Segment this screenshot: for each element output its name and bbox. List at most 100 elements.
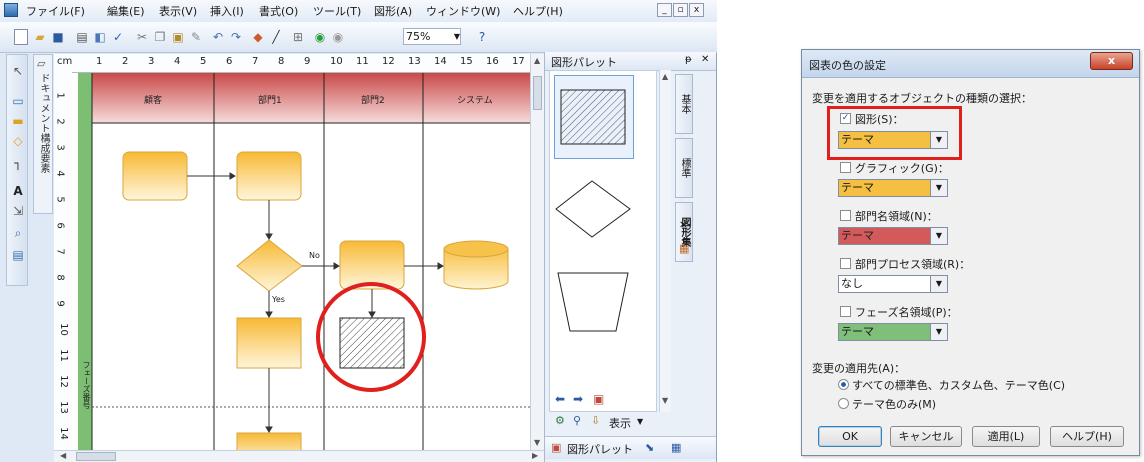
undo-icon[interactable]: ↶ [210,29,226,45]
phase-name-area-combo[interactable]: テーマ ▼ [838,323,948,341]
minimize-button[interactable]: _ [657,3,672,17]
apply-button[interactable]: 適用(L) [972,426,1040,447]
decision-diamond[interactable] [236,239,303,292]
palette-bottom-tab[interactable]: 図形パレット [567,441,633,457]
dept-name-area-dropdown-icon[interactable]: ▼ [931,228,947,244]
scroll-right-icon[interactable]: ▶ [532,451,538,460]
menu-format[interactable]: 書式(O) [259,3,298,19]
redo-icon[interactable]: ↷ [228,29,244,45]
palette-import-icon[interactable]: ⇩ [591,414,600,427]
scroll-down-icon[interactable]: ▼ [534,438,540,447]
resize-icon[interactable]: ⇲ [10,203,26,219]
radio-all-colors-label[interactable]: すべての標準色、カスタム色、テーマ色(C) [852,377,1065,393]
palette-scrollbar[interactable]: ▲ ▼ [659,70,671,412]
restore-button[interactable]: ▫ [673,3,688,17]
text-frame-icon[interactable]: ▭ [10,93,26,109]
palette-display-menu[interactable]: 表示 [609,415,631,431]
document-components-tab[interactable]: ▱ ドキュメント構成要素 [33,54,53,214]
graphic-dropdown-icon[interactable]: ▼ [931,180,947,196]
menu-help[interactable]: ヘルプ(H) [513,3,563,19]
open-folder-icon[interactable]: ▰ [32,29,48,45]
dept-process-area-checkbox[interactable] [840,258,851,269]
process-box-customer[interactable] [122,151,188,201]
connector-icon[interactable]: ╱ [268,29,284,45]
palette-item-hatched-rect[interactable] [554,75,634,159]
pointer-icon[interactable]: ↖ [10,63,26,79]
grid-icon[interactable]: ⊞ [290,29,306,45]
menu-view[interactable]: 表示(V) [159,3,197,19]
cancel-button[interactable]: キャンセル [890,426,962,447]
dept-process-area-combo[interactable]: なし ▼ [838,275,948,293]
menu-tools[interactable]: ツール(T) [313,3,361,19]
scroll-left-icon[interactable]: ◀ [60,451,66,460]
tab-standard[interactable]: 標準 [675,138,693,198]
palette-forward-icon[interactable]: ➡ [573,392,583,406]
palette-close-icon[interactable]: ✕ [701,54,709,65]
phase-name-area-checkbox[interactable] [840,306,851,317]
layers-tab-icon[interactable]: ▦ [671,441,681,454]
drawing-canvas[interactable]: 顧客 部門1 部門2 システム No Yes フェーズ番号 [72,73,530,450]
properties-tab-icon[interactable]: ⬊ [645,441,654,454]
palette-item-diamond[interactable] [554,169,634,253]
palette-back-icon[interactable]: ⬅ [555,392,565,406]
hatched-box[interactable] [339,317,405,369]
dept-name-area-combo[interactable]: テーマ ▼ [838,227,948,245]
palette-search-icon[interactable]: ⚲ [573,414,581,427]
diamond-icon[interactable]: ◇ [10,133,26,149]
radio-theme-only-label[interactable]: テーマ色のみ(M) [852,396,936,412]
text-tool-icon[interactable]: A [10,183,26,199]
palette-group-icon[interactable]: ⚙ [555,414,565,427]
print-icon[interactable]: ▤ [74,29,90,45]
save-icon[interactable]: ■ [50,29,66,45]
forward-icon[interactable]: ◉ [330,29,346,45]
spellcheck-icon[interactable]: ✓ [110,29,126,45]
radio-all-colors[interactable] [838,379,849,390]
back-icon[interactable]: ◉ [312,29,328,45]
shapes-icon[interactable]: ◆ [250,29,266,45]
zoom-tool-icon[interactable]: ⌕ [10,225,26,241]
hscroll-thumb[interactable] [76,452,116,461]
process-box-dept1-b[interactable] [236,317,302,369]
close-window-button[interactable]: x [689,3,704,17]
scroll-thumb[interactable] [533,76,542,110]
dept-name-area-checkbox[interactable] [840,210,851,221]
process-box-dept1-c[interactable] [236,432,302,450]
zoom-dropdown-icon[interactable]: ▼ [452,28,462,45]
page-icon[interactable]: ▤ [10,247,26,263]
menu-insert[interactable]: 挿入(I) [210,3,244,19]
format-painter-icon[interactable]: ✎ [188,29,204,45]
copy-icon[interactable]: ❐ [152,29,168,45]
menu-window[interactable]: ウィンドウ(W) [426,3,500,19]
paste-icon[interactable]: ▣ [170,29,186,45]
menu-file[interactable]: ファイル(F) [26,3,85,19]
process-box-dept2[interactable] [339,240,405,290]
palette-tool-icon[interactable]: ▦ [679,242,689,255]
palette-item-trapezoid[interactable] [554,263,634,347]
connector-tool-icon[interactable]: ┐ [10,155,26,171]
graphic-color-combo[interactable]: テーマ ▼ [838,179,948,197]
phase-name-area-dropdown-icon[interactable]: ▼ [931,324,947,340]
dialog-close-button[interactable]: x [1090,52,1133,70]
ok-button[interactable]: OK [818,426,882,447]
pin-icon[interactable]: ᵽ [685,54,692,65]
cut-icon[interactable]: ✂ [134,29,150,45]
new-document-icon[interactable] [14,29,28,45]
canvas-vertical-scrollbar[interactable]: ▲ ▼ [530,54,544,450]
dept-process-area-dropdown-icon[interactable]: ▼ [931,276,947,292]
palette-grid-icon[interactable]: ▣ [593,392,604,406]
rectangle-icon[interactable]: ▬ [10,113,26,129]
palette-scroll-up-icon[interactable]: ▲ [662,72,668,81]
help-button[interactable]: ヘルプ(H) [1050,426,1124,447]
help-icon[interactable]: ? [474,29,490,45]
graphic-checkbox[interactable] [840,162,851,173]
process-box-dept1-a[interactable] [236,151,302,201]
tab-close-icon[interactable]: ✕ [679,220,687,231]
radio-theme-only[interactable] [838,398,849,409]
canvas-horizontal-scrollbar[interactable]: ◀ ▶ [54,450,544,462]
menu-edit[interactable]: 編集(E) [107,3,145,19]
tab-basic[interactable]: 基本 [675,74,693,134]
display-dropdown-icon[interactable]: ▼ [637,417,643,426]
print-preview-icon[interactable]: ◧ [92,29,108,45]
scroll-up-icon[interactable]: ▲ [534,56,540,65]
menu-shapes[interactable]: 図形(A) [374,3,412,19]
